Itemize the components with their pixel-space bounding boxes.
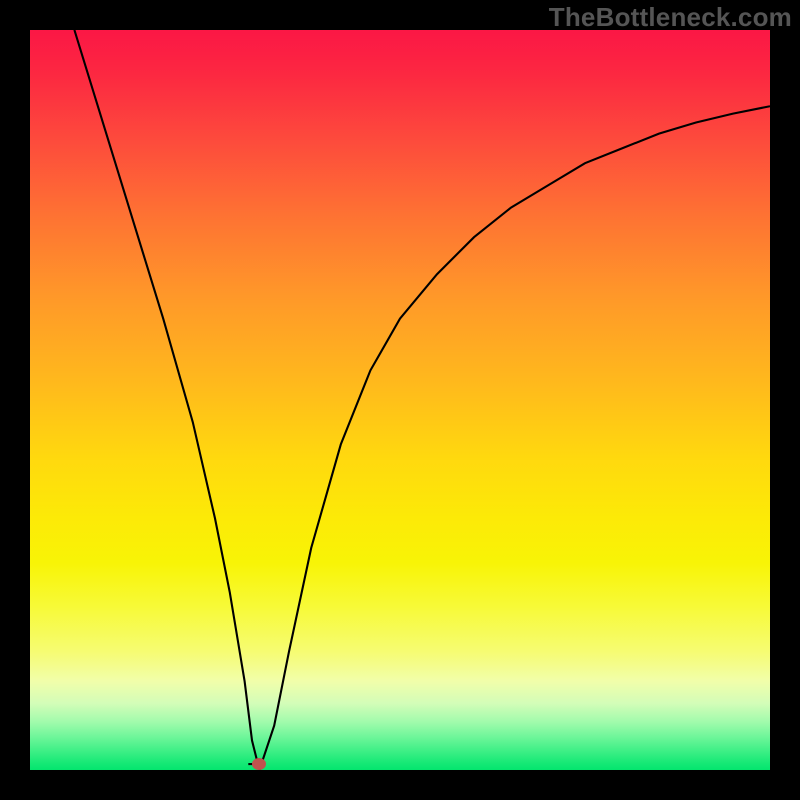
chart-frame: TheBottleneck.com	[0, 0, 800, 800]
plot-area	[30, 30, 770, 770]
watermark-text: TheBottleneck.com	[549, 2, 792, 33]
bottleneck-curve	[74, 30, 770, 770]
optimal-point-marker	[252, 758, 266, 770]
plot-svg	[30, 30, 770, 770]
